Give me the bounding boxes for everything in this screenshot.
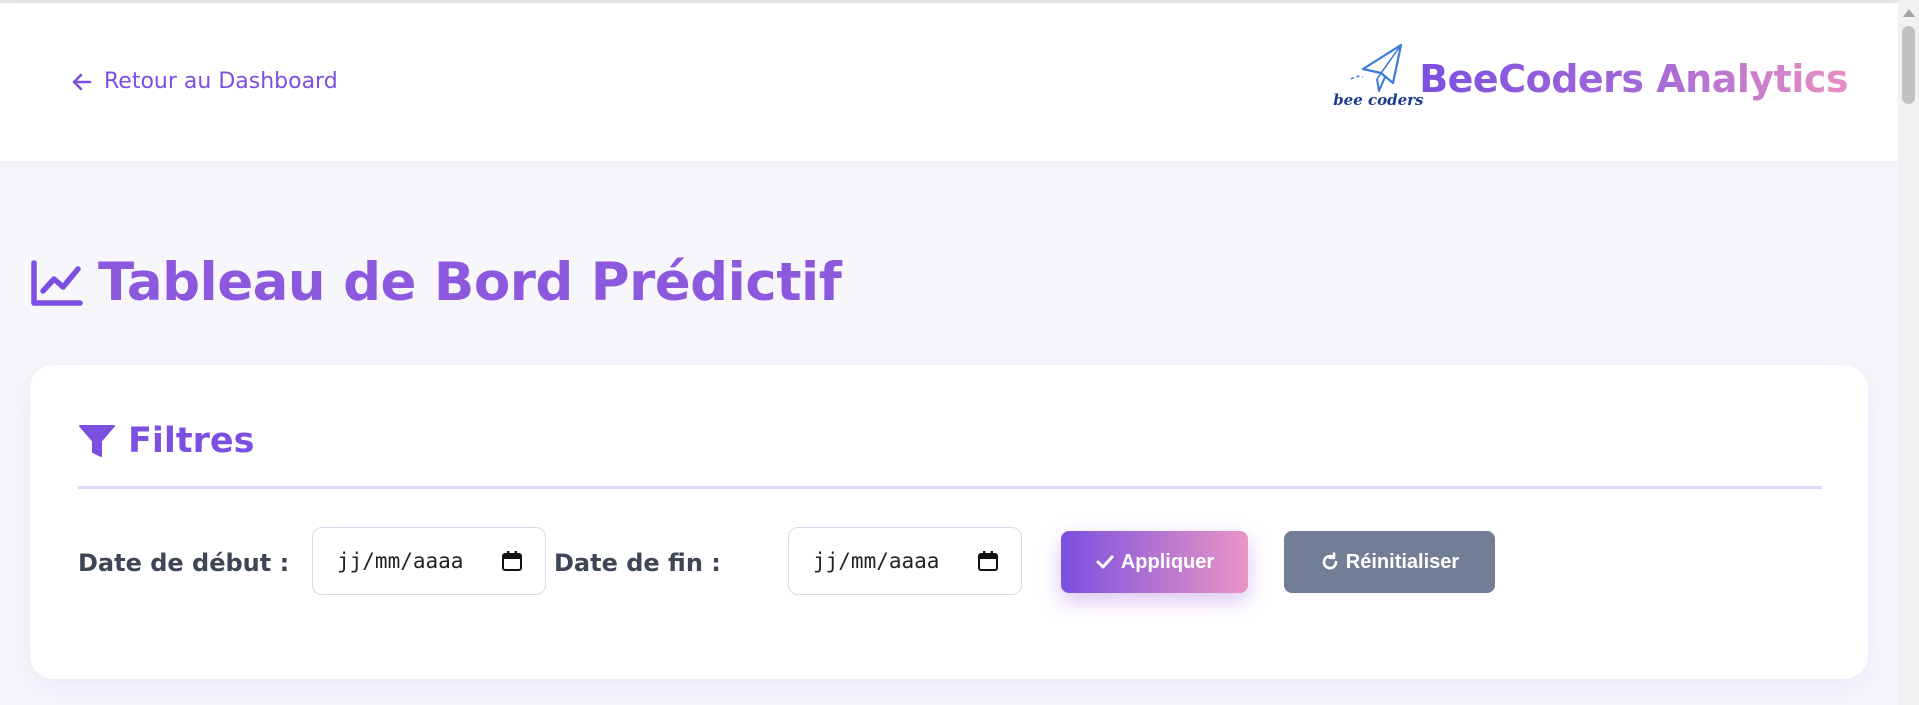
check-icon [1096,555,1114,569]
top-header: Retour au Dashboard bee coders BeeCoders… [0,3,1898,161]
end-date-label: Date de fin : [554,549,721,577]
page-title-text: Tableau de Bord Prédictif [98,252,842,313]
brand-name: BeeCoders Analytics [1419,57,1848,101]
vertical-scrollbar[interactable] [1898,0,1919,705]
filter-icon [79,425,115,457]
refresh-icon [1322,552,1338,570]
start-date-placeholder: jj/mm/aaaa [337,549,464,573]
apply-button-label: Appliquer [1120,550,1215,573]
scrollbar-thumb[interactable] [1902,26,1915,104]
filters-divider [78,486,1822,489]
brand: bee coders BeeCoders Analytics [1333,39,1848,115]
start-date-input[interactable]: jj/mm/aaaa [312,527,546,595]
reset-button-label: Réinitialiser [1345,550,1460,573]
end-date-input[interactable]: jj/mm/aaaa [788,527,1022,595]
filters-header: Filtres [78,421,254,461]
filters-card: Filtres Date de début : jj/mm/aaaa Date … [30,365,1868,679]
apply-button[interactable]: Appliquer [1061,531,1248,593]
calendar-icon[interactable] [977,550,999,572]
back-to-dashboard-link[interactable]: Retour au Dashboard [70,69,338,94]
page-title: Tableau de Bord Prédictif [30,252,842,313]
reset-button[interactable]: Réinitialiser [1284,531,1495,593]
chart-line-icon [31,259,83,306]
calendar-icon[interactable] [501,550,523,572]
filters-row: Date de début : jj/mm/aaaa Date de fin :… [78,527,1822,597]
filters-title: Filtres [128,421,255,461]
scroll-up-arrow-icon[interactable] [1903,9,1915,17]
start-date-label: Date de début : [78,549,290,577]
arrow-left-icon [72,73,92,90]
logo-text: bee coders [1333,91,1424,109]
brand-logo: bee coders [1333,39,1424,115]
end-date-placeholder: jj/mm/aaaa [813,549,940,573]
back-link-label: Retour au Dashboard [104,69,338,94]
